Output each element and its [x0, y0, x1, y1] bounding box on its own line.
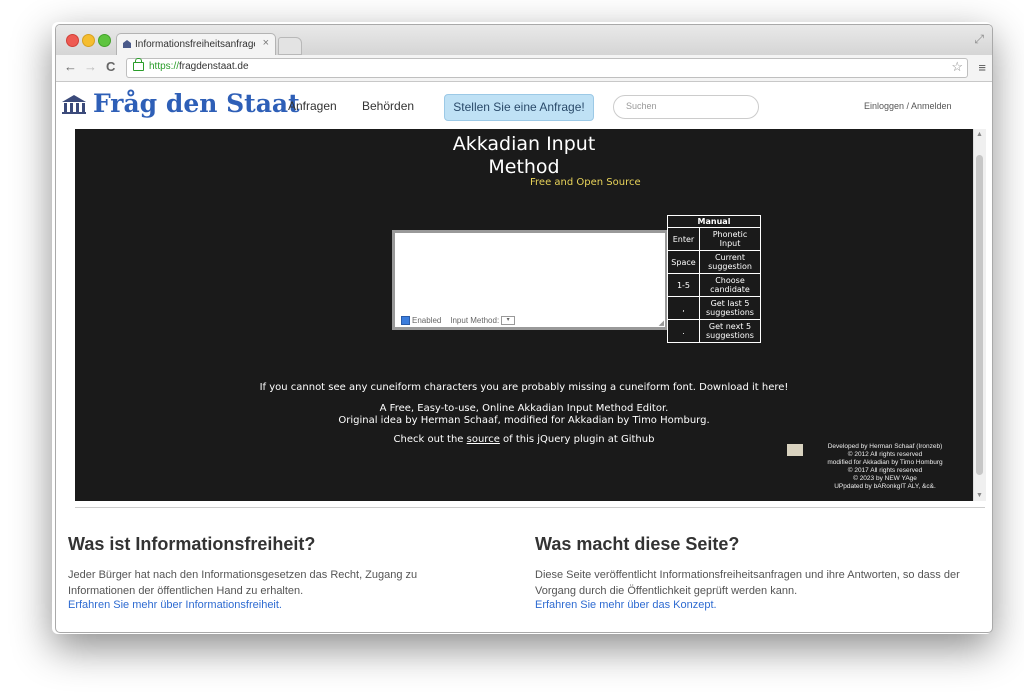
scrollbar-thumb[interactable]	[976, 155, 983, 475]
right-text: Diese Seite veröffentlicht Informationsf…	[535, 569, 960, 597]
ime-textarea[interactable]: Enabled Input Method: ▾ ◢	[392, 230, 668, 330]
app-description: A Free, Easy-to-use, Online Akkadian Inp…	[379, 403, 669, 414]
credit-line: modified for Akkadian by Timo Homburg	[827, 459, 943, 466]
enabled-checkbox[interactable]	[401, 316, 410, 325]
new-tab-button[interactable]	[278, 37, 302, 55]
new-request-button[interactable]: Stellen Sie eine Anfrage!	[444, 94, 594, 121]
manual-row: Enter Phonetic Input	[667, 227, 761, 251]
resize-grip-icon[interactable]: ◢	[659, 319, 664, 327]
akkadian-ime-frame: Akkadian Input Method Free and Open Sour…	[75, 129, 973, 501]
divider	[75, 507, 985, 508]
search-input[interactable]: Suchen	[613, 95, 759, 119]
input-method-label: Input Method:	[450, 315, 500, 325]
manual-key: 1-5	[667, 273, 700, 297]
manual-desc: Get next 5 suggestions	[699, 319, 761, 343]
source-link[interactable]: source	[467, 434, 500, 445]
url-scheme: https://	[149, 61, 180, 72]
manual-desc: Current suggestion	[699, 250, 761, 274]
nav-behoerden[interactable]: Behörden	[362, 99, 414, 113]
manual-desc: Get last 5 suggestions	[699, 296, 761, 320]
right-link[interactable]: Erfahren Sie mehr über das Konzept.	[535, 599, 717, 611]
back-icon[interactable]: ←	[64, 59, 77, 74]
license-badge-icon	[787, 444, 803, 456]
browser-window: Informationsfreiheitsanfrage × ⤢ ← → C h…	[55, 24, 993, 633]
star-icon[interactable]: ☆	[951, 59, 963, 75]
url-host: fragdenstaat.de	[179, 61, 249, 72]
building-icon	[62, 95, 86, 114]
left-heading: Was ist Informationsfreiheit?	[68, 534, 316, 554]
manual-heading: Manual	[667, 215, 761, 228]
manual-key: Enter	[667, 227, 700, 251]
credit-line: © 2023 by NEW YAge	[853, 475, 917, 482]
address-bar[interactable]: https://fragdenstaat.de ☆	[126, 58, 968, 78]
left-text: Jeder Bürger hat nach den Informationsge…	[68, 569, 418, 597]
url-text: https://fragdenstaat.de	[149, 61, 249, 72]
manual-key: Space	[667, 250, 700, 274]
scroll-up-icon[interactable]: ▲	[976, 131, 983, 138]
right-heading: Was macht diese Seite?	[535, 534, 740, 554]
frame-scrollbar[interactable]: ▲ ▼	[973, 129, 986, 501]
manual-table: Manual Enter Phonetic Input Space Current su…	[667, 215, 761, 343]
manual-row: 1-5 Choose candidate	[667, 273, 761, 297]
scroll-down-icon[interactable]: ▼	[976, 492, 983, 499]
site-logo[interactable]: Fråg den Staat	[61, 89, 300, 118]
lock-icon	[133, 58, 144, 71]
zoom-window-button[interactable]	[98, 34, 111, 47]
input-method-select[interactable]: ▾	[501, 316, 516, 325]
search-placeholder: Suchen	[626, 101, 657, 111]
credit-line: © 2012 All rights reserved	[847, 451, 923, 458]
enabled-label: Enabled	[412, 315, 442, 325]
title-bar: Informationsfreiheitsanfrage × ⤢	[56, 25, 992, 56]
reload-icon[interactable]: C	[106, 59, 115, 74]
menu-icon[interactable]: ≡	[978, 60, 986, 75]
app-subtitle: Free and Open Source	[530, 177, 641, 188]
credit-line: © 2017 All rights reserved	[847, 467, 923, 474]
app-title-line1: Akkadian Input	[452, 133, 596, 155]
left-link[interactable]: Erfahren Sie mehr über Informationsfreih…	[68, 599, 282, 611]
minimize-window-button[interactable]	[82, 34, 95, 47]
font-notice[interactable]: If you cannot see any cuneiform characte…	[75, 382, 973, 393]
manual-row: . Get next 5 suggestions	[667, 319, 761, 343]
editor-options: Enabled Input Method: ▾	[401, 315, 516, 325]
close-window-button[interactable]	[66, 34, 79, 47]
building-icon	[123, 40, 131, 48]
manual-row: Space Current suggestion	[667, 250, 761, 274]
manual-desc: Choose candidate	[699, 273, 761, 297]
fullscreen-icon[interactable]: ⤢	[974, 32, 984, 47]
login-link[interactable]: Einloggen / Anmelden	[864, 101, 952, 111]
tab-title: Informationsfreiheitsanfrage	[135, 39, 255, 50]
forward-icon[interactable]: →	[84, 59, 97, 74]
app-credit-line: Original idea by Herman Schaaf, modified…	[338, 415, 710, 426]
credit-line: Developed by Herman Schaaf (Ironzeb)	[827, 443, 943, 450]
browser-toolbar: ← → C https://fragdenstaat.de ☆ ≡	[56, 55, 992, 82]
manual-row: , Get last 5 suggestions	[667, 296, 761, 320]
logo-text: Fråg den Staat	[93, 89, 300, 118]
manual-key: .	[667, 319, 700, 343]
app-title-line2: Method	[488, 156, 560, 178]
credit-line: UPpdated by bARonkgIT ALY, &c&.	[834, 483, 936, 490]
tab-close-icon[interactable]: ×	[263, 37, 269, 49]
manual-desc: Phonetic Input	[699, 227, 761, 251]
nav-anfragen[interactable]: Anfragen	[288, 99, 337, 113]
manual-key: ,	[667, 296, 700, 320]
browser-tab[interactable]: Informationsfreiheitsanfrage ×	[116, 33, 276, 56]
